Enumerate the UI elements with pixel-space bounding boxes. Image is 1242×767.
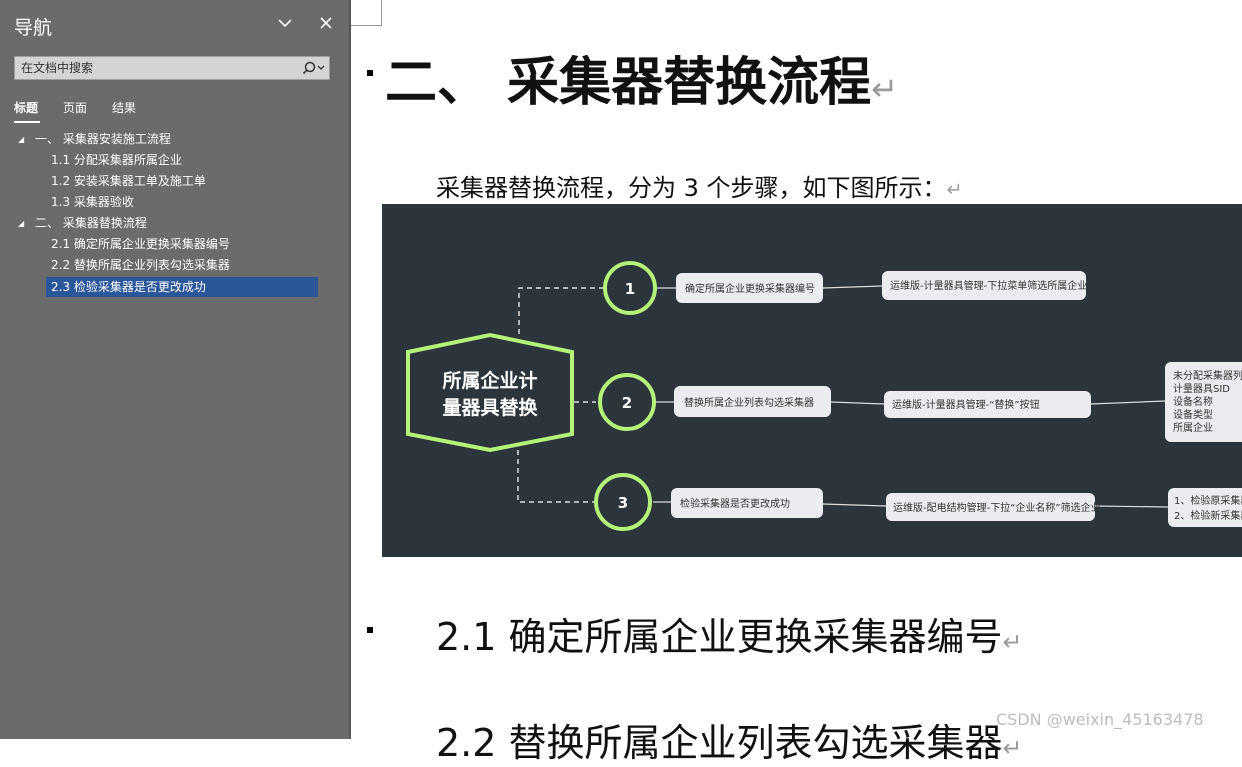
step-2-action: 运维版-计量器具管理-“替换”按钮 (892, 398, 1040, 411)
center-hexagon (406, 332, 574, 453)
search-box (14, 56, 330, 80)
heading-bullet (367, 70, 373, 76)
watermark: CSDN @weixin_45163478 (996, 710, 1204, 729)
chevron-down-icon[interactable] (274, 12, 296, 34)
tree-item-2-2[interactable]: 2.2 替换所属企业列表勾选采集器 (51, 255, 230, 275)
nav-title: 导航 (14, 17, 53, 39)
center-label-line-1: 所属企业计 (442, 369, 537, 392)
step-3-action: 运维版-配电结构管理-下拉“企业名称”筛选企业 (893, 501, 1101, 514)
tab-pages[interactable]: 页面 (63, 99, 87, 116)
paragraph-mark: ↵ (1002, 628, 1023, 656)
step-3-number: 3 (618, 494, 628, 512)
close-icon[interactable] (315, 12, 337, 34)
tree-item-2-3-selected[interactable]: 2.3 检验采集器是否更改成功 (46, 277, 318, 297)
page-heading: 二、 采集器替换流程↵ (385, 53, 899, 113)
step-2-detail-5: 所属企业 (1173, 421, 1213, 434)
page-corner-mark (351, 0, 382, 26)
search-input[interactable] (15, 57, 307, 79)
paragraph-mark: ↵ (946, 178, 963, 201)
tab-results[interactable]: 结果 (112, 99, 136, 116)
step-2-desc: 替换所属企业列表勾选采集器 (684, 396, 814, 409)
tree-item-heading-2[interactable]: 二、 采集器替换流程 (35, 213, 147, 233)
pane-divider[interactable] (349, 0, 351, 739)
connector-3 (517, 450, 594, 503)
tab-headings[interactable]: 标题 (14, 99, 38, 116)
center-label-line-2: 量器具替换 (442, 396, 538, 419)
step-1-desc: 确定所属企业更换采集器编号 (685, 282, 815, 295)
connector-1 (518, 287, 604, 334)
step-2-number: 2 (622, 394, 632, 412)
search-icon[interactable] (301, 59, 327, 77)
paragraph-mark: ↵ (1002, 734, 1023, 762)
intro-text: 采集器替换流程，分为 3 个步骤，如下图所示：↵ (436, 174, 963, 202)
step-3-detail-2: 2、检验新采集器 (1174, 509, 1242, 522)
step-2-detail-1: 未分配采集器列表 (1173, 369, 1242, 382)
step-2-detail-2: 计量器具SID (1173, 382, 1230, 395)
expand-arrow-icon[interactable]: ◢ (18, 135, 24, 144)
tree-item-heading-1[interactable]: 一、 采集器安装施工流程 (35, 129, 171, 149)
tree-item-1-2[interactable]: 1.2 安装采集器工单及施工单 (51, 171, 206, 191)
step-2-detail-4: 设备类型 (1173, 408, 1213, 421)
subheading-2-2: 2.2 替换所属企业列表勾选采集器↵ (436, 721, 1023, 765)
active-tab-indicator (14, 121, 40, 123)
paragraph-mark: ↵ (871, 70, 899, 108)
navigation-pane: 导航 标题 页面 结果 ◢ 一、 采集器安装施工流程 1.1 分配采集器所属企业… (0, 0, 349, 739)
step-1-number: 1 (625, 280, 635, 298)
flow-diagram-svg: 所属企业计 量器具替换 1 确定所属企业更换采集器编号 运维版-计量器具管理-下… (406, 261, 1242, 531)
flow-diagram: 所属企业计 量器具替换 1 确定所属企业更换采集器编号 运维版-计量器具管理-下… (382, 204, 1242, 557)
step-3-detail-1: 1、检验原采集器 (1174, 494, 1242, 507)
expand-arrow-icon[interactable]: ◢ (18, 219, 24, 228)
tree-item-1-3[interactable]: 1.3 采集器验收 (51, 192, 134, 212)
subheading-bullet (367, 627, 373, 633)
step-3-desc: 检验采集器是否更改成功 (680, 497, 790, 510)
step-2-detail-3: 设备名称 (1173, 395, 1213, 408)
tree-item-1-1[interactable]: 1.1 分配采集器所属企业 (51, 150, 182, 170)
step-1-action: 运维版-计量器具管理-下拉菜单筛选所属企业 (890, 279, 1087, 292)
tree-item-2-1[interactable]: 2.1 确定所属企业更换采集器编号 (51, 234, 230, 254)
subheading-2-1: 2.1 确定所属企业更换采集器编号↵ (436, 615, 1023, 659)
